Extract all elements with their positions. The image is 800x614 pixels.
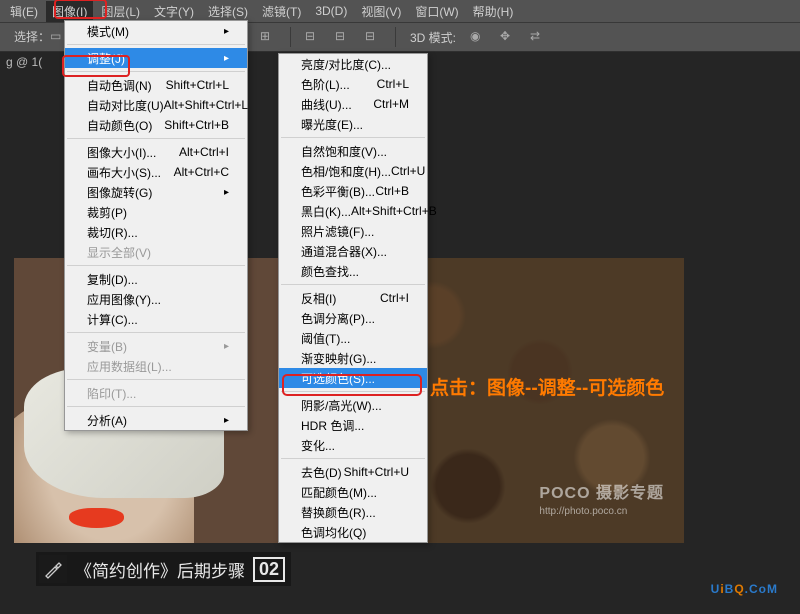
menu-color-lookup[interactable]: 颜色查找... xyxy=(279,261,427,281)
brush-icon xyxy=(39,555,67,583)
menu-separator xyxy=(281,391,425,392)
image-menu-dropdown: 模式(M)▸ 调整(J)▸ 自动色调(N)Shift+Ctrl+L 自动对比度(… xyxy=(64,20,248,431)
menu-exposure[interactable]: 曝光度(E)... xyxy=(279,114,427,134)
menu-apply-image[interactable]: 应用图像(Y)... xyxy=(65,289,247,309)
submenu-arrow-icon: ▸ xyxy=(224,26,229,37)
menu-3d[interactable]: 3D(D) xyxy=(309,2,353,20)
menu-reveal-all[interactable]: 显示全部(V) xyxy=(65,242,247,262)
menu-equalize[interactable]: 色调均化(Q) xyxy=(279,522,427,542)
menu-calculations[interactable]: 计算(C)... xyxy=(65,309,247,329)
menu-adjustments[interactable]: 调整(J)▸ xyxy=(65,48,247,68)
menu-shadows-highlights[interactable]: 阴影/高光(W)... xyxy=(279,395,427,415)
menu-filter[interactable]: 滤镜(T) xyxy=(256,1,307,22)
menu-image[interactable]: 图像(I) xyxy=(46,1,93,22)
menu-invert[interactable]: 反相(I)Ctrl+I xyxy=(279,288,427,308)
orbit-3d-icon[interactable]: ◉ xyxy=(470,29,486,45)
menu-curves[interactable]: 曲线(U)...Ctrl+M xyxy=(279,94,427,114)
menu-auto-tone[interactable]: 自动色调(N)Shift+Ctrl+L xyxy=(65,75,247,95)
menu-separator xyxy=(67,44,245,45)
tutorial-step-number: 02 xyxy=(253,557,285,582)
menubar: 辑(E) 图像(I) 图层(L) 文字(Y) 选择(S) 滤镜(T) 3D(D)… xyxy=(0,0,800,22)
align-icon[interactable]: ⊟ xyxy=(365,29,381,45)
submenu-arrow-icon: ▸ xyxy=(224,341,229,352)
separator xyxy=(395,27,396,47)
menu-edit[interactable]: 辑(E) xyxy=(4,1,44,22)
menu-mode[interactable]: 模式(M)▸ xyxy=(65,21,247,41)
adjustments-submenu: 亮度/对比度(C)... 色阶(L)...Ctrl+L 曲线(U)...Ctrl… xyxy=(278,53,428,543)
menu-separator xyxy=(67,265,245,266)
menu-image-rotation[interactable]: 图像旋转(G)▸ xyxy=(65,182,247,202)
menu-brightness-contrast[interactable]: 亮度/对比度(C)... xyxy=(279,54,427,74)
menu-separator xyxy=(67,406,245,407)
align-icon[interactable]: ⊟ xyxy=(305,29,321,45)
menu-color-balance[interactable]: 色彩平衡(B)...Ctrl+B xyxy=(279,181,427,201)
menu-replace-color[interactable]: 替换颜色(R)... xyxy=(279,502,427,522)
menu-auto-contrast[interactable]: 自动对比度(U)Alt+Shift+Ctrl+L xyxy=(65,95,247,115)
menu-selective-color[interactable]: 可选颜色(S)... xyxy=(279,368,427,388)
menu-select[interactable]: 选择(S) xyxy=(202,1,254,22)
menu-duplicate[interactable]: 复制(D)... xyxy=(65,269,247,289)
tutorial-step-badge: 《简约创作》后期步骤 02 xyxy=(36,552,291,586)
menu-photo-filter[interactable]: 照片滤镜(F)... xyxy=(279,221,427,241)
distribute-icon[interactable]: ⊞ xyxy=(260,29,276,45)
align-icon[interactable]: ⊟ xyxy=(335,29,351,45)
menu-trim[interactable]: 裁切(R)... xyxy=(65,222,247,242)
watermark-title: POCO 摄影专题 xyxy=(539,484,664,505)
menu-levels[interactable]: 色阶(L)...Ctrl+L xyxy=(279,74,427,94)
menu-separator xyxy=(67,379,245,380)
menu-desaturate[interactable]: 去色(D)Shift+Ctrl+U xyxy=(279,462,427,482)
menu-apply-dataset[interactable]: 应用数据组(L)... xyxy=(65,356,247,376)
mode3d-label: 3D 模式: xyxy=(410,29,456,46)
portrait-lips xyxy=(69,508,124,528)
menu-type[interactable]: 文字(Y) xyxy=(148,1,200,22)
menu-variations[interactable]: 变化... xyxy=(279,435,427,455)
menu-window[interactable]: 窗口(W) xyxy=(409,1,464,22)
menu-channel-mixer[interactable]: 通道混合器(X)... xyxy=(279,241,427,261)
site-watermark: UiBQ.CoM xyxy=(711,575,778,599)
menu-threshold[interactable]: 阈值(T)... xyxy=(279,328,427,348)
menu-layer[interactable]: 图层(L) xyxy=(95,1,146,22)
menu-separator xyxy=(281,137,425,138)
pan-3d-icon[interactable]: ✥ xyxy=(500,29,516,45)
selection-label: 选择： xyxy=(14,28,50,45)
menu-separator xyxy=(67,71,245,72)
menu-trap[interactable]: 陷印(T)... xyxy=(65,383,247,403)
menu-separator xyxy=(67,138,245,139)
menu-view[interactable]: 视图(V) xyxy=(355,1,407,22)
watermark: POCO 摄影专题 http://photo.poco.cn xyxy=(539,484,664,518)
menu-variables[interactable]: 变量(B)▸ xyxy=(65,336,247,356)
menu-auto-color[interactable]: 自动颜色(O)Shift+Ctrl+B xyxy=(65,115,247,135)
menu-match-color[interactable]: 匹配颜色(M)... xyxy=(279,482,427,502)
menu-posterize[interactable]: 色调分离(P)... xyxy=(279,308,427,328)
menu-separator xyxy=(281,284,425,285)
menu-vibrance[interactable]: 自然饱和度(V)... xyxy=(279,141,427,161)
menu-canvas-size[interactable]: 画布大小(S)...Alt+Ctrl+C xyxy=(65,162,247,182)
tutorial-annotation: 点击：图像--调整--可选颜色 xyxy=(430,373,664,400)
menu-help[interactable]: 帮助(H) xyxy=(467,1,520,22)
slide-3d-icon[interactable]: ⇄ xyxy=(530,29,546,45)
menu-analysis[interactable]: 分析(A)▸ xyxy=(65,410,247,430)
menu-gradient-map[interactable]: 渐变映射(G)... xyxy=(279,348,427,368)
menu-crop[interactable]: 裁剪(P) xyxy=(65,202,247,222)
menu-hdr-toning[interactable]: HDR 色调... xyxy=(279,415,427,435)
submenu-arrow-icon: ▸ xyxy=(224,53,229,64)
submenu-arrow-icon: ▸ xyxy=(224,415,229,426)
menu-separator xyxy=(281,458,425,459)
watermark-url: http://photo.poco.cn xyxy=(539,505,664,518)
menu-image-size[interactable]: 图像大小(I)...Alt+Ctrl+I xyxy=(65,142,247,162)
tutorial-title: 《简约创作》后期步骤 xyxy=(75,557,245,582)
menu-hue-saturation[interactable]: 色相/饱和度(H)...Ctrl+U xyxy=(279,161,427,181)
separator xyxy=(290,27,291,47)
menu-black-white[interactable]: 黑白(K)...Alt+Shift+Ctrl+B xyxy=(279,201,427,221)
submenu-arrow-icon: ▸ xyxy=(224,187,229,198)
menu-separator xyxy=(67,332,245,333)
